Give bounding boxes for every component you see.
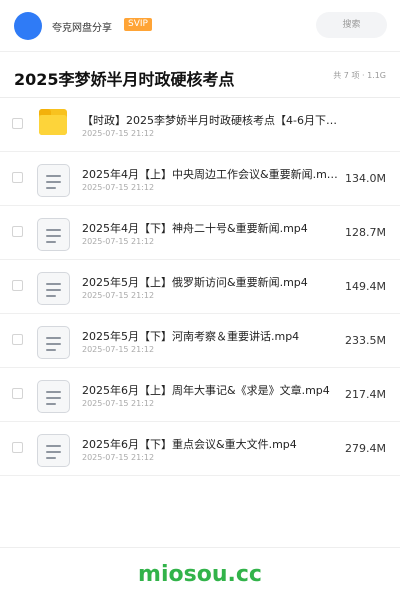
- footer-divider: [0, 547, 400, 548]
- file-date: 2025-07-15 21:12: [82, 237, 155, 246]
- file-row[interactable]: 【时政】2025李梦娇半月时政硬核考点【4-6月下半月】 2025-07-15 …: [0, 98, 400, 152]
- top-bar: 夸克网盘分享 SVIP 搜索: [0, 0, 400, 52]
- file-row[interactable]: 2025年4月【下】神舟二十号&重要新闻.mp4 2025-07-15 21:1…: [0, 206, 400, 260]
- file-name: 【时政】2025李梦娇半月时政硬核考点【4-6月下半月】: [82, 114, 338, 127]
- watermark: miosou.cc: [138, 562, 262, 587]
- file-name: 2025年6月【下】重点会议&重大文件.mp4: [82, 438, 297, 451]
- file-name: 2025年4月【下】神舟二十号&重要新闻.mp4: [82, 222, 308, 235]
- file-date: 2025-07-15 21:12: [82, 399, 155, 408]
- file-row[interactable]: 2025年5月【上】俄罗斯访问&重要新闻.mp4 2025-07-15 21:1…: [0, 260, 400, 314]
- share-meta: 共 7 项 · 1.1G: [333, 71, 386, 80]
- file-date: 2025-07-15 21:12: [82, 345, 155, 354]
- page-title: 2025李梦娇半月时政硬核考点: [14, 70, 235, 89]
- file-doc-icon: [37, 380, 70, 413]
- file-doc-icon: [37, 326, 70, 359]
- file-date: 2025-07-15 21:12: [82, 453, 155, 462]
- file-size: 128.7M: [345, 226, 386, 239]
- select-checkbox[interactable]: [12, 226, 23, 237]
- folder-icon: [39, 109, 67, 135]
- file-size: 149.4M: [345, 280, 386, 293]
- file-date: 2025-07-15 21:12: [82, 129, 155, 138]
- file-name: 2025年5月【上】俄罗斯访问&重要新闻.mp4: [82, 276, 308, 289]
- file-size: 134.0M: [345, 172, 386, 185]
- select-checkbox[interactable]: [12, 280, 23, 291]
- svip-badge: SVIP: [124, 18, 152, 31]
- file-doc-icon: [37, 218, 70, 251]
- file-doc-icon: [37, 434, 70, 467]
- file-name: 2025年4月【上】中央周边工作会议&重要新闻.mp4: [82, 168, 338, 181]
- file-doc-icon: [37, 272, 70, 305]
- file-date: 2025-07-15 21:12: [82, 291, 155, 300]
- share-title-row: 2025李梦娇半月时政硬核考点 共 7 项 · 1.1G: [0, 52, 400, 98]
- file-size: 233.5M: [345, 334, 386, 347]
- file-name: 2025年5月【下】河南考察＆重要讲话.mp4: [82, 330, 300, 343]
- file-doc-icon: [37, 164, 70, 197]
- file-size: 217.4M: [345, 388, 386, 401]
- file-name: 2025年6月【上】周年大事记&《求是》文章.mp4: [82, 384, 330, 397]
- file-row[interactable]: 2025年6月【下】重点会议&重大文件.mp4 2025-07-15 21:12…: [0, 422, 400, 476]
- select-checkbox[interactable]: [12, 334, 23, 345]
- user-avatar[interactable]: [14, 12, 42, 40]
- file-row[interactable]: 2025年5月【下】河南考察＆重要讲话.mp4 2025-07-15 21:12…: [0, 314, 400, 368]
- select-checkbox[interactable]: [12, 118, 23, 129]
- brand-name: 夸克网盘分享: [52, 23, 112, 34]
- file-size: 279.4M: [345, 442, 386, 455]
- file-row[interactable]: 2025年4月【上】中央周边工作会议&重要新闻.mp4 2025-07-15 2…: [0, 152, 400, 206]
- file-row[interactable]: 2025年6月【上】周年大事记&《求是》文章.mp4 2025-07-15 21…: [0, 368, 400, 422]
- select-checkbox[interactable]: [12, 172, 23, 183]
- select-checkbox[interactable]: [12, 442, 23, 453]
- file-date: 2025-07-15 21:12: [82, 183, 155, 192]
- select-checkbox[interactable]: [12, 388, 23, 399]
- search-button[interactable]: 搜索: [316, 12, 387, 38]
